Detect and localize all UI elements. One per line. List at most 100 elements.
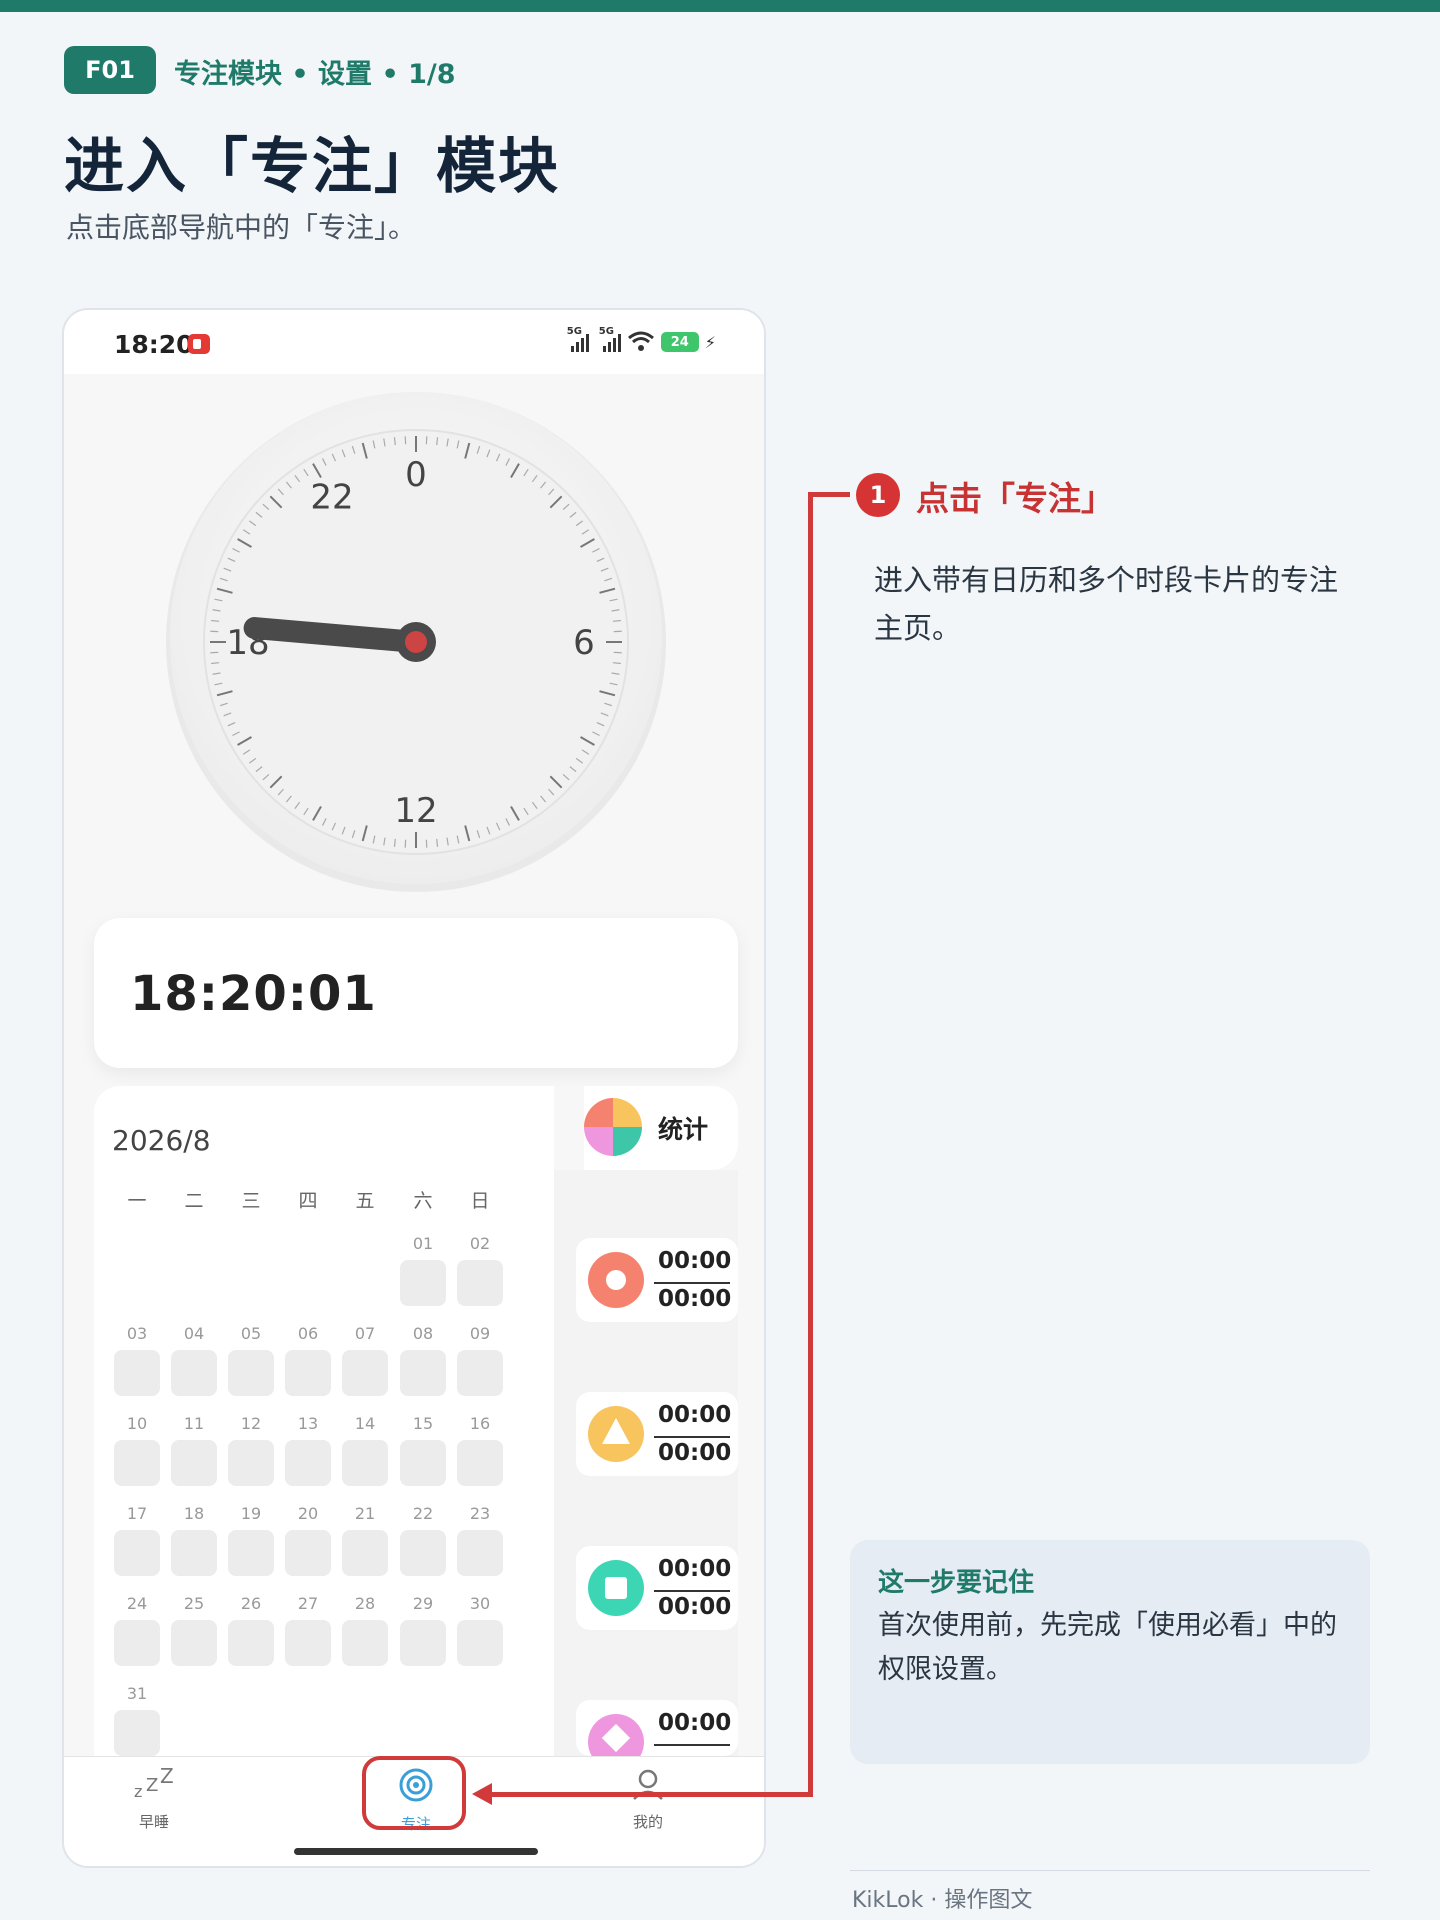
weekday-header: 五	[355, 1190, 375, 1212]
calendar-day-cell[interactable]	[171, 1440, 217, 1486]
nav-item-sleep[interactable]: z Z Z 早睡	[94, 1764, 214, 1832]
highlight-focus-tab	[362, 1756, 466, 1830]
calendar-day-number: 26	[240, 1594, 262, 1613]
breadcrumb: 专注模块 • 设置 • 1/8	[174, 59, 456, 90]
clock-label-6: 6	[573, 623, 595, 663]
calendar-day-cell[interactable]	[171, 1620, 217, 1666]
calendar-day-number: 21	[354, 1504, 376, 1523]
top-accent-bar	[0, 0, 1440, 12]
calendar-day-number: 17	[126, 1504, 148, 1523]
footer-divider	[850, 1870, 1370, 1871]
clock-hub-dot	[405, 631, 427, 653]
calendar-day-number: 28	[354, 1594, 376, 1613]
calendar-day-cell[interactable]	[342, 1530, 388, 1576]
calendar-day-number: 09	[469, 1324, 491, 1343]
calendar-day-number: 15	[412, 1414, 434, 1433]
calendar-day-number: 01	[412, 1234, 434, 1253]
stats-button[interactable]: 统计	[584, 1086, 738, 1170]
calendar-day-cell[interactable]	[228, 1620, 274, 1666]
calendar-day-cell[interactable]	[171, 1530, 217, 1576]
calendar-day-number: 06	[297, 1324, 319, 1343]
nav-item-me[interactable]: 我的	[588, 1767, 708, 1832]
calendar-day-cell[interactable]	[342, 1440, 388, 1486]
calendar-day-number: 22	[412, 1504, 434, 1523]
calendar-day-cell[interactable]	[400, 1260, 446, 1306]
home-indicator[interactable]	[294, 1848, 538, 1855]
calendar-day-cell[interactable]	[114, 1350, 160, 1396]
calendar-day-cell[interactable]	[400, 1620, 446, 1666]
weekday-header: 六	[413, 1190, 433, 1212]
calendar-day-cell[interactable]	[457, 1260, 503, 1306]
calendar-day-cell[interactable]	[171, 1350, 217, 1396]
calendar-day-cell[interactable]	[228, 1440, 274, 1486]
calendar-day-number: 20	[297, 1504, 319, 1523]
square-icon	[588, 1560, 644, 1616]
calendar-day-cell[interactable]	[285, 1440, 331, 1486]
time-slot-card[interactable]: 00:00 00:00	[576, 1392, 738, 1476]
time-slot-card[interactable]: 00:00 00:00	[576, 1238, 738, 1322]
step-number: 1	[856, 473, 900, 517]
phone-screenshot: 18:20 5G 5G 24 ⚡ 0 6 12 18 22 18:20:01 2…	[62, 308, 766, 1868]
slot-end-time: 00:00	[658, 1286, 732, 1312]
stats-pie-icon	[584, 1098, 642, 1156]
calendar-day-number: 18	[183, 1504, 205, 1523]
tip-title: 这一步要记住	[878, 1568, 1035, 1598]
calendar-day-cell[interactable]	[342, 1620, 388, 1666]
digital-time-card: 18:20:01	[94, 918, 738, 1068]
slot-divider	[654, 1590, 730, 1592]
clock-label-22: 22	[310, 478, 353, 518]
callout-line	[486, 1792, 813, 1797]
slot-end-time: 00:00	[658, 1440, 732, 1466]
signal-icon: 5G	[599, 326, 621, 352]
calendar-day-cell[interactable]	[457, 1440, 503, 1486]
weekday-header: 三	[241, 1190, 261, 1212]
slot-divider	[654, 1282, 730, 1284]
nav-label-sleep: 早睡	[138, 1813, 169, 1831]
calendar-day-number: 19	[240, 1504, 262, 1523]
step-title: 点击「专注」	[916, 479, 1114, 518]
calendar-day-cell[interactable]	[400, 1440, 446, 1486]
nav-label-me: 我的	[632, 1813, 663, 1831]
step-description: 进入带有日历和多个时段卡片的专注主页。	[874, 563, 1339, 645]
step-code-badge: F01	[64, 46, 156, 94]
weekday-header: 四	[298, 1190, 318, 1212]
calendar-day-cell[interactable]	[114, 1710, 160, 1756]
calendar-day-cell[interactable]	[400, 1530, 446, 1576]
network-type-label: 5G	[598, 326, 614, 337]
calendar-day-cell[interactable]	[114, 1620, 160, 1666]
time-slot-card[interactable]: 00:00 00:00	[576, 1546, 738, 1630]
calendar-day-number: 05	[240, 1324, 262, 1343]
status-time: 18:20	[114, 330, 194, 359]
calendar-day-cell[interactable]	[400, 1350, 446, 1396]
calendar-day-number: 16	[469, 1414, 491, 1433]
svg-text:Z: Z	[146, 1775, 158, 1796]
svg-text:z: z	[134, 1782, 142, 1801]
calendar-day-cell[interactable]	[114, 1530, 160, 1576]
time-slot-card[interactable]: 00:00	[576, 1700, 738, 1770]
calendar-day-cell[interactable]	[457, 1620, 503, 1666]
calendar-day-cell[interactable]	[285, 1530, 331, 1576]
slot-start-time: 00:00	[658, 1248, 732, 1274]
slot-divider	[654, 1436, 730, 1438]
slot-start-time: 00:00	[658, 1402, 732, 1428]
calendar-day-cell[interactable]	[114, 1440, 160, 1486]
calendar-day-number: 23	[469, 1504, 491, 1523]
calendar-day-cell[interactable]	[457, 1530, 503, 1576]
calendar-day-cell[interactable]	[457, 1350, 503, 1396]
calendar-day-cell[interactable]	[228, 1530, 274, 1576]
battery-icon: 24	[660, 332, 699, 352]
calendar-day-number: 14	[354, 1414, 376, 1433]
charging-icon: ⚡	[704, 333, 716, 352]
circle-icon	[588, 1252, 644, 1308]
calendar-month: 2026/8	[112, 1124, 211, 1157]
calendar-day-cell[interactable]	[285, 1350, 331, 1396]
calendar-day-cell[interactable]	[285, 1620, 331, 1666]
callout-line	[808, 492, 813, 1797]
network-type-label: 5G	[566, 326, 582, 337]
calendar-day-number: 04	[183, 1324, 205, 1343]
calendar-day-cell[interactable]	[228, 1350, 274, 1396]
slot-start-time: 00:00	[658, 1556, 732, 1582]
slot-start-time: 00:00	[658, 1710, 732, 1736]
signal-icon: 5G	[567, 326, 589, 352]
calendar-day-cell[interactable]	[342, 1350, 388, 1396]
